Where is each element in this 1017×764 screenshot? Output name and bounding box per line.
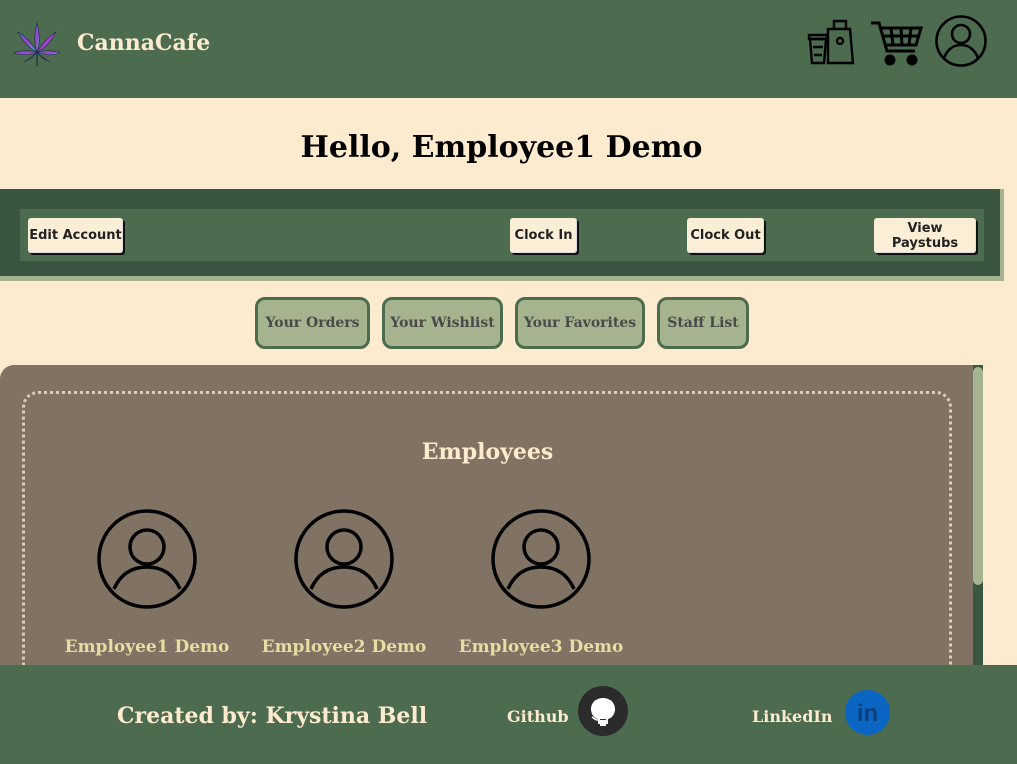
employee-name[interactable]: Employee3 Demo	[456, 637, 626, 657]
user-avatar-icon	[294, 509, 394, 609]
tab-staff-list[interactable]: Staff List	[657, 297, 749, 349]
coffee-bag-icon[interactable]	[806, 17, 856, 67]
page-title: Hello, Employee1 Demo	[300, 130, 703, 165]
employee-toolbar	[0, 189, 1004, 281]
tab-your-wishlist[interactable]: Your Wishlist	[382, 297, 503, 349]
edit-account-button[interactable]: Edit Account	[28, 218, 123, 253]
footer-credit: Created by: Krystina Bell	[117, 703, 428, 729]
cart-icon[interactable]	[869, 17, 924, 67]
clock-in-button[interactable]: Clock In	[510, 218, 577, 253]
view-paystubs-button[interactable]: View Paystubs	[874, 218, 976, 253]
github-link-label[interactable]: Github	[507, 707, 569, 726]
staff-panel: Employees Employee1 Demo Employee2 Demo …	[0, 365, 983, 681]
user-avatar-icon	[97, 509, 197, 609]
clock-out-button[interactable]: Clock Out	[687, 218, 764, 253]
github-icon[interactable]	[578, 686, 628, 736]
linkedin-glyph: in	[857, 700, 878, 727]
linkedin-link-label[interactable]: LinkedIn	[752, 707, 833, 726]
employee-name[interactable]: Employee1 Demo	[62, 637, 232, 657]
employee-card[interactable]: Employee3 Demo	[456, 509, 626, 657]
cannabis-leaf-logo[interactable]	[12, 20, 62, 70]
linkedin-icon[interactable]: in	[845, 690, 890, 735]
brand-name[interactable]: CannaCafe	[77, 30, 210, 56]
user-avatar-icon	[491, 509, 591, 609]
panel-title: Employees	[421, 439, 554, 465]
tab-your-favorites[interactable]: Your Favorites	[515, 297, 645, 349]
employee-name[interactable]: Employee2 Demo	[259, 637, 429, 657]
employee-card[interactable]: Employee2 Demo	[259, 509, 429, 657]
employee-card[interactable]: Employee1 Demo	[62, 509, 232, 657]
user-profile-icon[interactable]	[934, 14, 988, 68]
tab-your-orders[interactable]: Your Orders	[255, 297, 370, 349]
site-header: CannaCafe	[0, 0, 1017, 98]
scrollbar-thumb[interactable]	[973, 367, 983, 585]
